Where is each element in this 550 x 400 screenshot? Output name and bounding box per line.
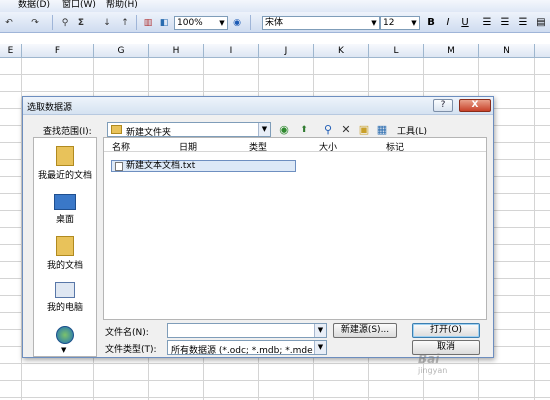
column-header[interactable]: N <box>479 44 535 58</box>
column-size-header[interactable]: 大小 <box>319 140 337 153</box>
delete-icon[interactable]: ✕ <box>339 123 353 137</box>
hyperlink-icon[interactable]: ⚲ <box>58 15 72 30</box>
chevron-down-icon[interactable]: ▼ <box>369 17 379 29</box>
new-source-button[interactable]: 新建源(S)... <box>333 323 397 338</box>
place-label: 我最近的文档 <box>37 171 92 181</box>
open-button[interactable]: 打开(O) <box>412 323 480 338</box>
dialog-title: 选取数据源 <box>27 103 73 113</box>
menu-bar: 数据(D) 窗口(W) 帮助(H) <box>0 0 550 12</box>
filename-label: 文件名(N): <box>105 328 149 338</box>
watermark-text: Bai <box>418 352 440 366</box>
column-header[interactable]: J <box>259 44 314 58</box>
undo-icon[interactable]: ↶ <box>2 15 16 30</box>
column-header-row: E F G H I J K L M N <box>0 44 550 58</box>
filetype-select[interactable]: 所有数据源 (*.odc; *.mdb; *.mde ▼ <box>167 340 327 356</box>
zoom-combo[interactable]: 100% ▼ <box>174 16 228 30</box>
search-web-icon[interactable]: ⚲ <box>321 123 335 137</box>
filename-input[interactable]: ▼ <box>167 323 327 338</box>
chevron-down-icon[interactable]: ▼ <box>314 341 326 354</box>
column-header[interactable]: L <box>369 44 424 58</box>
column-header[interactable]: I <box>204 44 259 58</box>
scroll-down-icon[interactable]: ▼ <box>61 346 66 354</box>
toolbar-separator <box>136 15 137 30</box>
column-header[interactable]: E <box>0 44 22 58</box>
sort-ascending-icon[interactable]: ↓ <box>100 15 114 30</box>
computer-icon <box>55 282 75 298</box>
column-header[interactable]: M <box>424 44 479 58</box>
column-header[interactable]: H <box>149 44 204 58</box>
font-size-value: 12 <box>383 18 395 28</box>
file-name: 新建文本文档.txt <box>126 161 196 171</box>
chart-wizard-icon[interactable]: ▥ <box>141 15 155 30</box>
chevron-down-icon[interactable]: ▼ <box>409 17 419 29</box>
tools-menu[interactable]: 工具(L) <box>397 124 427 137</box>
autosum-icon[interactable]: Σ <box>74 15 88 30</box>
filetype-label: 文件类型(T): <box>105 345 157 355</box>
help-button[interactable]: ? <box>433 99 453 112</box>
italic-button[interactable]: I <box>441 15 455 30</box>
watermark-sub: jingyan <box>418 366 448 375</box>
file-list[interactable]: 名称 日期 类型 大小 标记 新建文本文档.txt <box>103 137 487 320</box>
help-icon[interactable]: ◉ <box>230 15 244 30</box>
chevron-down-icon[interactable]: ▼ <box>314 324 326 337</box>
folder-recent-icon <box>56 146 74 166</box>
chevron-down-icon[interactable]: ▼ <box>217 17 227 29</box>
place-label: 我的文档 <box>46 261 83 271</box>
menu-window[interactable]: 窗口(W) <box>62 0 96 10</box>
views-icon[interactable]: ▦ <box>375 123 389 137</box>
filetype-value: 所有数据源 (*.odc; *.mdb; *.mde <box>171 346 313 356</box>
bold-button[interactable]: B <box>424 15 438 30</box>
new-folder-icon[interactable]: ▣ <box>357 123 371 137</box>
grid-line <box>534 58 535 400</box>
column-header[interactable]: G <box>94 44 149 58</box>
menu-data[interactable]: 数据(D) <box>18 0 50 10</box>
network-globe-icon <box>56 326 74 344</box>
font-name-combo[interactable]: 宋体 ▼ <box>262 16 380 30</box>
column-header[interactable]: K <box>314 44 369 58</box>
menu-help[interactable]: 帮助(H) <box>106 0 138 10</box>
column-name-header[interactable]: 名称 <box>112 140 130 153</box>
place-label: 我的电脑 <box>46 303 83 313</box>
chevron-down-icon[interactable]: ▼ <box>258 123 270 136</box>
my-documents-icon <box>56 236 74 256</box>
zoom-value: 100% <box>177 18 203 28</box>
font-size-combo[interactable]: 12 ▼ <box>380 16 420 30</box>
drawing-icon[interactable]: ◧ <box>157 15 171 30</box>
look-in-label: 查找范围(I): <box>43 127 92 137</box>
place-network[interactable] <box>34 326 96 346</box>
place-desktop[interactable]: 桌面 <box>34 194 96 225</box>
toolbar: ↶ ↷ ⚲ Σ ↓ ↑ ▥ ◧ 100% ▼ ◉ 宋体 ▼ 12 ▼ B I U… <box>0 12 550 33</box>
place-computer[interactable]: 我的电脑 <box>34 282 96 313</box>
column-tags-header[interactable]: 标记 <box>386 140 404 153</box>
baidu-watermark: Bai jingyan <box>418 352 447 375</box>
file-item[interactable]: 新建文本文档.txt <box>111 160 296 172</box>
file-list-header: 名称 日期 类型 大小 标记 <box>104 138 486 153</box>
font-name-value: 宋体 <box>265 18 284 28</box>
merge-center-icon[interactable]: ▤ <box>534 15 548 30</box>
dialog-titlebar[interactable]: 选取数据源 ? X <box>23 97 493 115</box>
text-file-icon <box>115 162 123 171</box>
toolbar-separator <box>250 15 251 30</box>
align-left-icon[interactable]: ☰ <box>480 15 494 30</box>
place-recent[interactable]: 我最近的文档 <box>34 146 96 181</box>
close-button[interactable]: X <box>459 99 491 112</box>
align-center-icon[interactable]: ☰ <box>498 15 512 30</box>
folder-icon <box>111 125 122 134</box>
align-right-icon[interactable]: ☰ <box>516 15 530 30</box>
column-date-header[interactable]: 日期 <box>179 140 197 153</box>
desktop-icon <box>54 194 76 210</box>
place-label: 桌面 <box>55 215 74 225</box>
sort-descending-icon[interactable]: ↑ <box>118 15 132 30</box>
toolbar-separator <box>52 15 53 30</box>
select-data-source-dialog: 选取数据源 ? X 查找范围(I): 新建文件夹 ▼ ◉ ⬆ ⚲ ✕ ▣ ▦ 工… <box>22 96 494 358</box>
look-in-combo[interactable]: 新建文件夹 ▼ <box>107 122 271 138</box>
place-documents[interactable]: 我的文档 <box>34 236 96 271</box>
underline-button[interactable]: U <box>458 15 472 30</box>
redo-icon[interactable]: ↷ <box>28 15 42 30</box>
column-header[interactable]: F <box>22 44 94 58</box>
column-type-header[interactable]: 类型 <box>249 140 267 153</box>
places-bar: 我最近的文档 桌面 我的文档 我的电脑 ▼ <box>33 137 97 357</box>
up-folder-icon[interactable]: ⬆ <box>297 123 311 137</box>
back-icon[interactable]: ◉ <box>277 123 291 137</box>
